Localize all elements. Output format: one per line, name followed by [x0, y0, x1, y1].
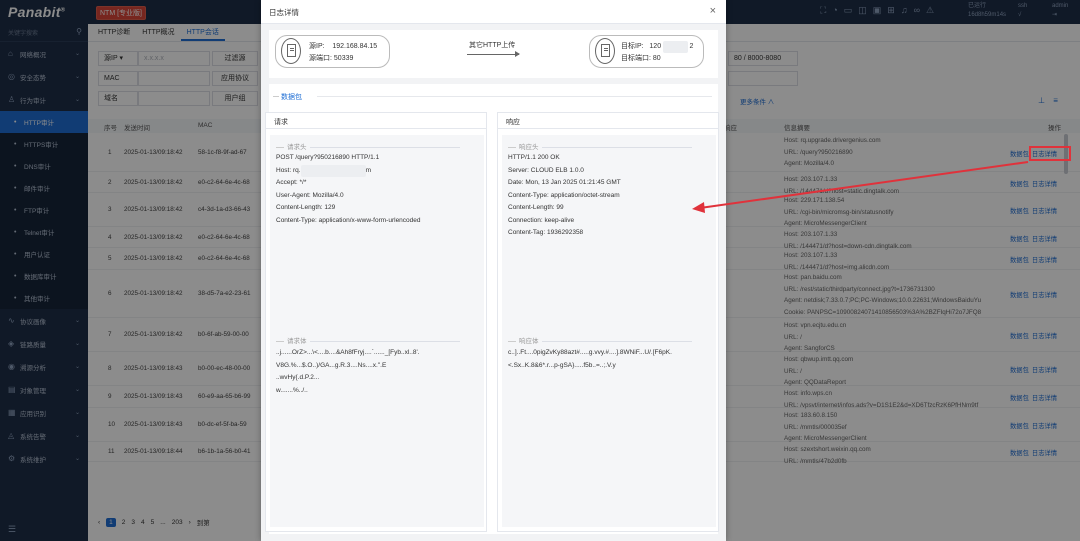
arrow-head — [692, 202, 705, 213]
arrow-line — [699, 161, 1029, 209]
annotation-arrow — [692, 161, 1029, 213]
